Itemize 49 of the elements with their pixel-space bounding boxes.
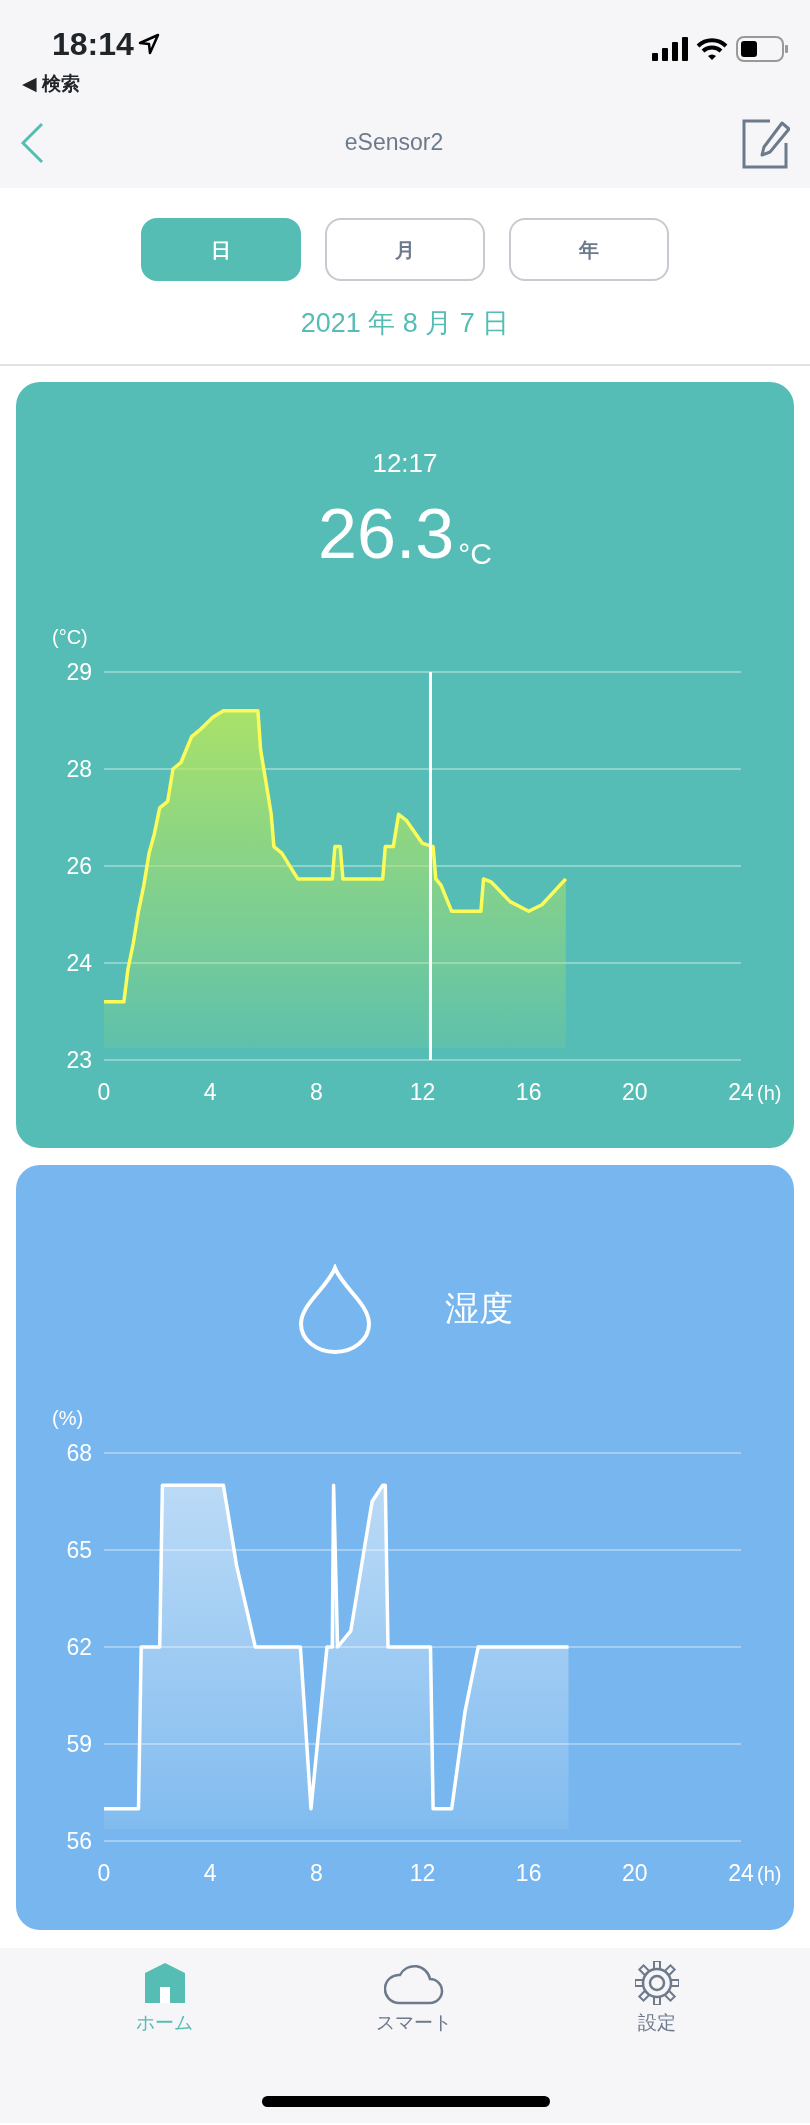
x-tick-label: 0 [97,1078,111,1105]
period-tab[interactable]: 年 [509,218,669,281]
location-icon [137,33,160,55]
back-to-search-link[interactable]: ◀ 検索 [22,73,80,94]
house-icon [142,1960,187,2005]
y-tick-label: 28 [66,755,92,782]
battery-icon [736,36,788,62]
x-tick-label: 8 [309,1078,323,1105]
x-tick-label: 16 [515,1078,542,1105]
x-tick-label: 12 [409,1078,436,1105]
signal-icon [652,37,688,61]
reading-time: 12:17 [371,446,439,480]
axis-unit-label: (h) [757,1081,782,1104]
temperature-value: 26.3 [318,498,455,569]
y-tick-label: 26 [66,852,92,879]
screen-title: eSensor2 [344,128,444,158]
period-tab[interactable]: 日 [141,218,301,281]
x-tick-label: 0 [97,1859,111,1886]
x-tick-label: 24 [728,1859,754,1886]
status-time: 18:14 [52,25,134,64]
settings-icon [634,1960,679,2005]
axis-unit-label: (%) [52,1406,84,1429]
y-tick-label: 68 [66,1439,92,1466]
back-icon[interactable] [20,121,46,164]
x-tick-label: 4 [203,1078,217,1105]
x-tick-label: 4 [203,1859,217,1886]
y-tick-label: 62 [66,1633,92,1660]
x-tick-label: 16 [515,1859,542,1886]
y-tick-label: 56 [66,1827,92,1854]
y-tick-label: 24 [66,949,92,976]
axis-unit-label: (h) [757,1862,782,1885]
wifi-icon [696,37,728,61]
tab-bar-item[interactable]: 設定 [628,1959,685,2038]
water-drop-icon [297,1263,373,1354]
x-tick-label: 24 [728,1078,754,1105]
x-tick-label: 20 [622,1859,648,1886]
y-tick-label: 65 [66,1536,92,1563]
x-tick-label: 20 [622,1078,648,1105]
x-tick-label: 12 [409,1859,436,1886]
temperature-unit: °C [458,538,492,569]
period-tab[interactable]: 月 [325,218,485,281]
axis-unit-label: (°C) [52,625,88,648]
y-tick-label: 29 [66,658,92,685]
humidity-title: 湿度 [445,1288,513,1329]
y-tick-label: 59 [66,1730,92,1757]
date-label: 2021 年 8 月 7 日 [300,308,510,338]
x-tick-label: 8 [309,1859,323,1886]
tab-bar-item[interactable]: スマート [370,1959,458,2038]
y-tick-label: 23 [66,1046,92,1073]
